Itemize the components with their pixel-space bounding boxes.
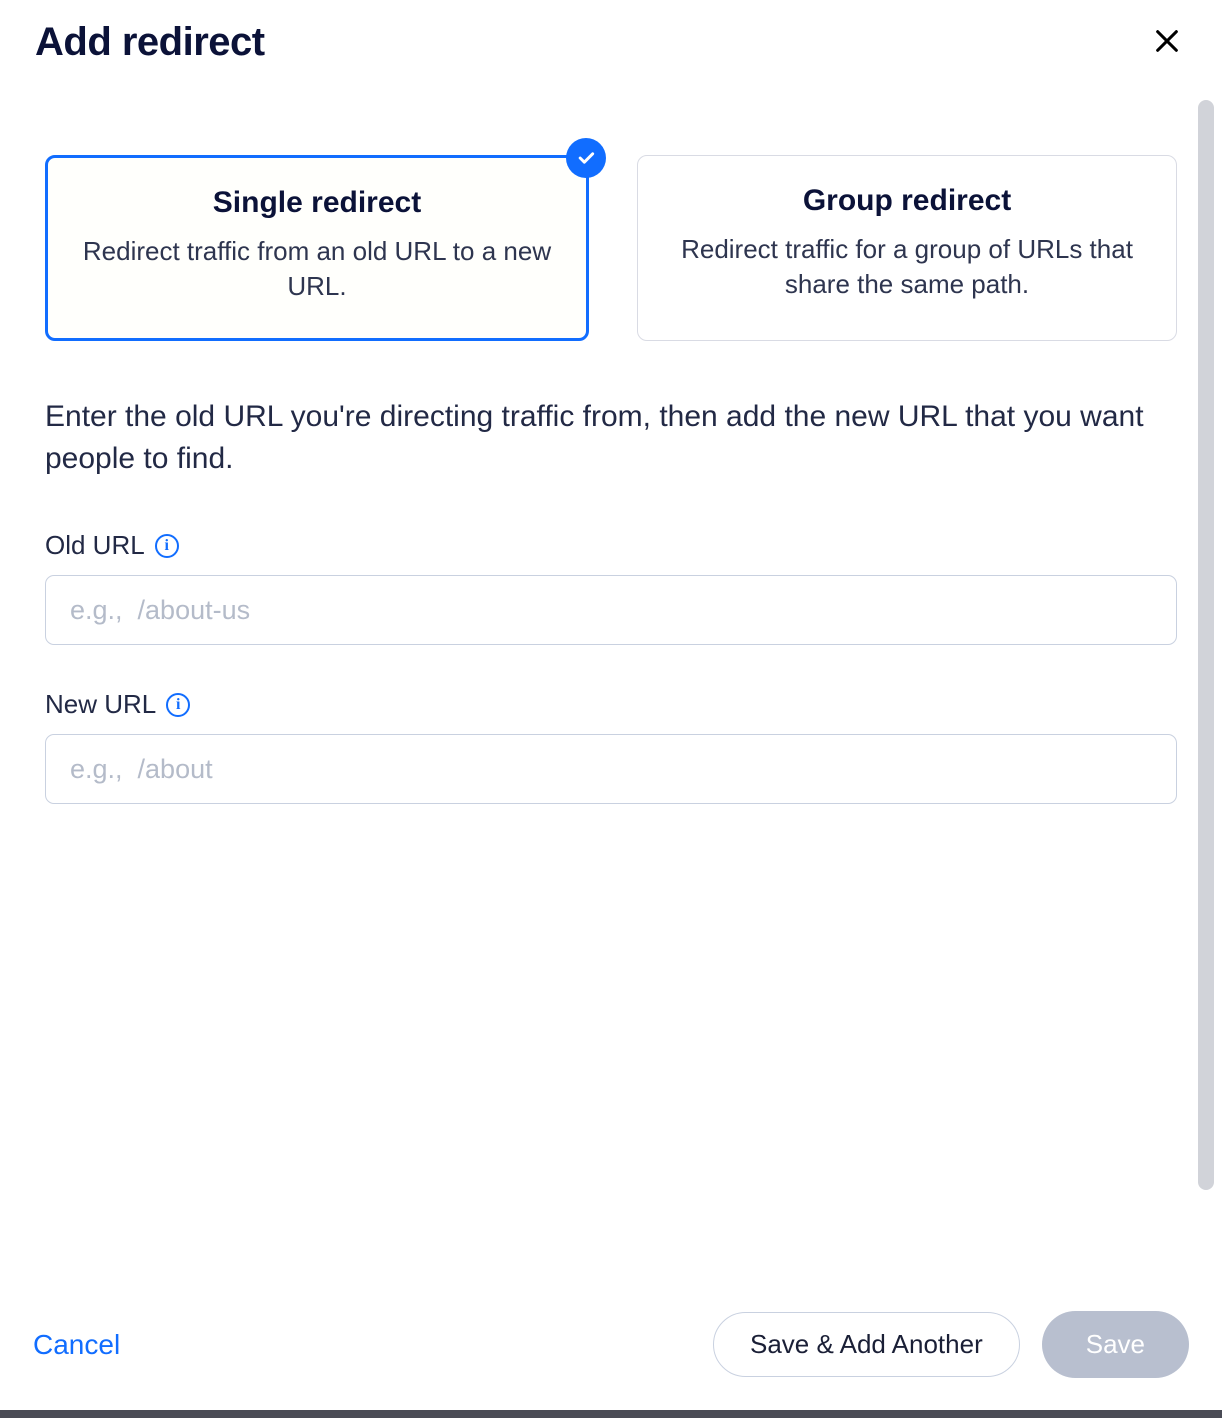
cancel-button[interactable]: Cancel	[33, 1329, 120, 1361]
save-add-another-button[interactable]: Save & Add Another	[713, 1312, 1020, 1377]
old-url-input[interactable]	[45, 575, 1177, 645]
info-icon[interactable]: i	[155, 534, 179, 558]
group-redirect-title: Group redirect	[672, 184, 1142, 218]
close-icon	[1153, 27, 1181, 55]
save-button[interactable]: Save	[1042, 1311, 1189, 1378]
group-redirect-option[interactable]: Group redirect Redirect traffic for a gr…	[637, 155, 1177, 341]
dialog-body: Single redirect Redirect traffic from an…	[0, 100, 1222, 1293]
redirect-type-options: Single redirect Redirect traffic from an…	[45, 155, 1177, 341]
new-url-label: New URL i	[45, 689, 190, 720]
info-icon[interactable]: i	[166, 693, 190, 717]
single-redirect-option[interactable]: Single redirect Redirect traffic from an…	[45, 155, 589, 341]
footer-right-actions: Save & Add Another Save	[713, 1311, 1189, 1378]
check-icon	[576, 148, 596, 168]
dialog-footer: Cancel Save & Add Another Save	[0, 1289, 1222, 1400]
add-redirect-dialog: Add redirect Single redire	[0, 0, 1222, 1418]
selected-badge	[566, 138, 606, 178]
old-url-label-text: Old URL	[45, 530, 145, 561]
new-url-field-group: New URL i	[45, 689, 1177, 804]
close-button[interactable]	[1147, 21, 1187, 61]
old-url-field-group: Old URL i	[45, 530, 1177, 645]
new-url-label-text: New URL	[45, 689, 156, 720]
single-redirect-desc: Redirect traffic from an old URL to a ne…	[82, 234, 552, 304]
instruction-text: Enter the old URL you're directing traff…	[45, 396, 1177, 480]
single-redirect-title: Single redirect	[82, 186, 552, 220]
dialog-title: Add redirect	[35, 20, 265, 65]
dialog-header: Add redirect	[0, 0, 1222, 65]
bottom-border	[0, 1410, 1222, 1418]
new-url-input[interactable]	[45, 734, 1177, 804]
old-url-label: Old URL i	[45, 530, 179, 561]
group-redirect-desc: Redirect traffic for a group of URLs tha…	[672, 232, 1142, 302]
scrollbar[interactable]	[1198, 100, 1214, 1190]
